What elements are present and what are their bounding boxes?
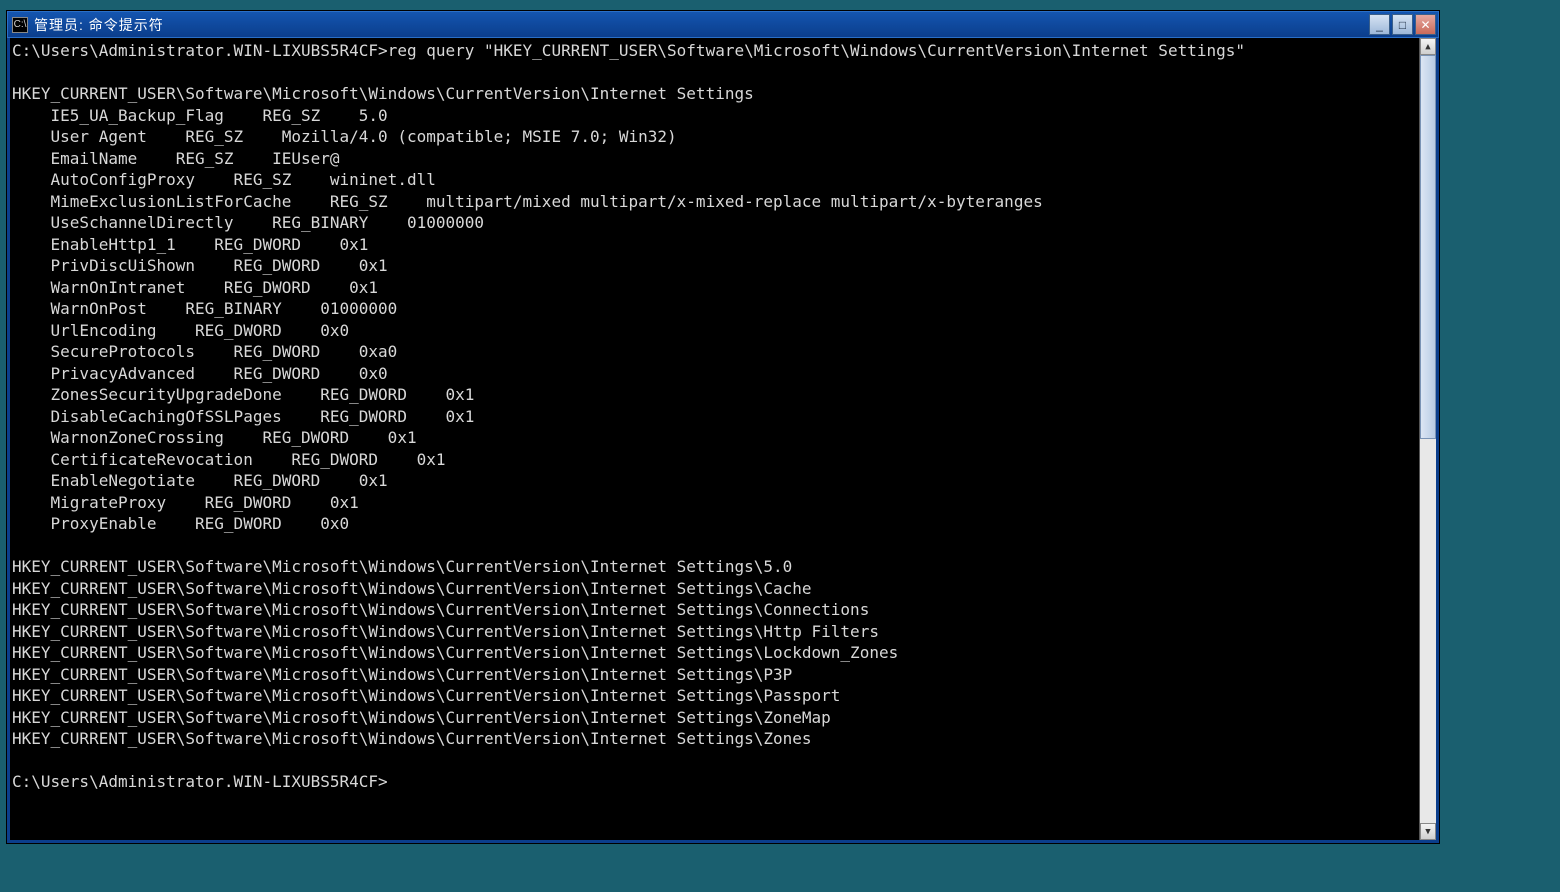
scroll-down-button[interactable]: ▼ <box>1420 823 1436 840</box>
minimize-button[interactable]: _ <box>1369 14 1390 35</box>
command-prompt-window: C:\ 管理员: 命令提示符 _ □ ✕ C:\Users\Administra… <box>6 10 1440 844</box>
scroll-thumb[interactable] <box>1420 55 1436 439</box>
scroll-up-button[interactable]: ▲ <box>1420 38 1436 55</box>
cmd-icon: C:\ <box>12 17 28 33</box>
window-controls: _ □ ✕ <box>1369 14 1438 35</box>
client-area: C:\Users\Administrator.WIN-LIXUBS5R4CF>r… <box>7 38 1439 843</box>
close-button[interactable]: ✕ <box>1415 14 1436 35</box>
maximize-button[interactable]: □ <box>1392 14 1413 35</box>
titlebar[interactable]: C:\ 管理员: 命令提示符 _ □ ✕ <box>7 11 1439 38</box>
scroll-track[interactable] <box>1420 55 1436 823</box>
vertical-scrollbar[interactable]: ▲ ▼ <box>1419 38 1436 840</box>
terminal-output[interactable]: C:\Users\Administrator.WIN-LIXUBS5R4CF>r… <box>10 38 1419 840</box>
window-title: 管理员: 命令提示符 <box>34 15 1369 35</box>
